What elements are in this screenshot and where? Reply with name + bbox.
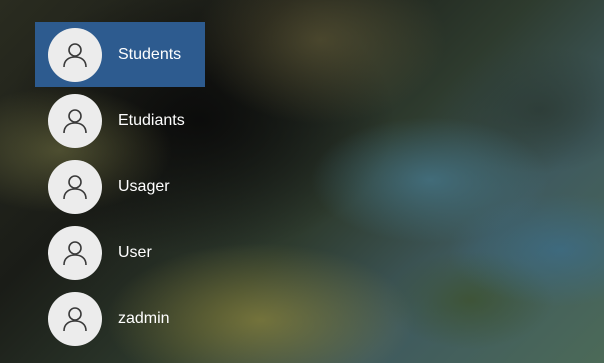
- account-item-usager[interactable]: Usager: [35, 154, 205, 219]
- avatar: [48, 291, 102, 346]
- account-item-etudiants[interactable]: Etudiants: [35, 88, 205, 153]
- account-switcher-list: Students Etudiants Usager User zadmin: [35, 22, 205, 352]
- account-item-user[interactable]: User: [35, 220, 205, 285]
- avatar: [48, 225, 102, 280]
- user-icon: [63, 240, 87, 265]
- account-label: Usager: [118, 177, 170, 195]
- account-item-zadmin[interactable]: zadmin: [35, 286, 205, 351]
- user-icon: [63, 306, 87, 331]
- user-icon: [63, 108, 87, 133]
- account-label: User: [118, 243, 152, 261]
- user-icon: [63, 174, 87, 199]
- avatar: [48, 159, 102, 214]
- account-label: Etudiants: [118, 111, 185, 129]
- account-label: zadmin: [118, 309, 170, 327]
- avatar: [48, 93, 102, 148]
- avatar: [48, 27, 102, 82]
- account-label: Students: [118, 45, 182, 63]
- account-item-students[interactable]: Students: [35, 22, 205, 87]
- user-icon: [63, 42, 87, 67]
